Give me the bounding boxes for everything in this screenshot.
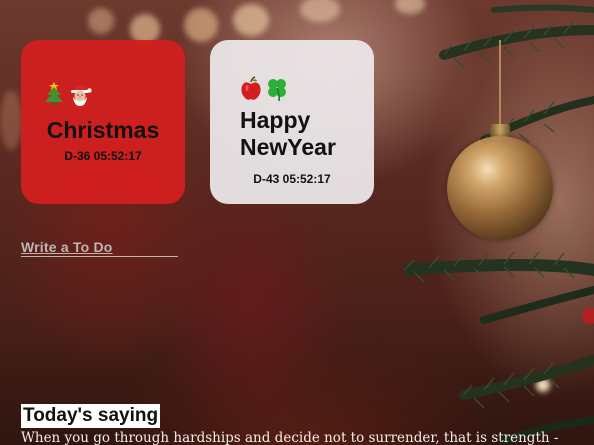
four-leaf-clover-icon xyxy=(268,79,286,102)
christmas-countdown-card[interactable]: Christmas D-36 05:52:17 xyxy=(21,40,185,204)
newyear-countdown-card[interactable]: Happy NewYear D-43 05:52:17 xyxy=(210,40,374,204)
christmas-tree-icon xyxy=(45,82,63,106)
gold-ornament xyxy=(447,136,553,240)
saying-text: When you go through hardships and decide… xyxy=(21,430,559,445)
ornament-string xyxy=(499,40,501,126)
newyear-countdown: D-43 05:52:17 xyxy=(253,172,331,186)
write-todo-link[interactable]: Write a To Do xyxy=(21,239,178,257)
newyear-emojis xyxy=(239,76,289,102)
apple-icon xyxy=(241,76,261,100)
newyear-title: Happy NewYear xyxy=(240,107,374,161)
bokeh-light xyxy=(184,8,218,42)
newyear-title-line1: Happy xyxy=(240,107,311,133)
bokeh-light xyxy=(88,8,114,34)
bokeh-light xyxy=(300,0,340,22)
santa-claus-icon xyxy=(71,85,92,106)
saying-heading: Today's saying xyxy=(21,404,161,428)
christmas-emojis xyxy=(42,81,92,107)
newyear-title-line2: NewYear xyxy=(240,134,336,160)
christmas-title: Christmas xyxy=(46,117,160,143)
red-berry xyxy=(582,308,594,324)
christmas-countdown: D-36 05:52:17 xyxy=(64,149,142,163)
bokeh-light xyxy=(233,4,269,36)
bokeh-light xyxy=(0,90,22,150)
